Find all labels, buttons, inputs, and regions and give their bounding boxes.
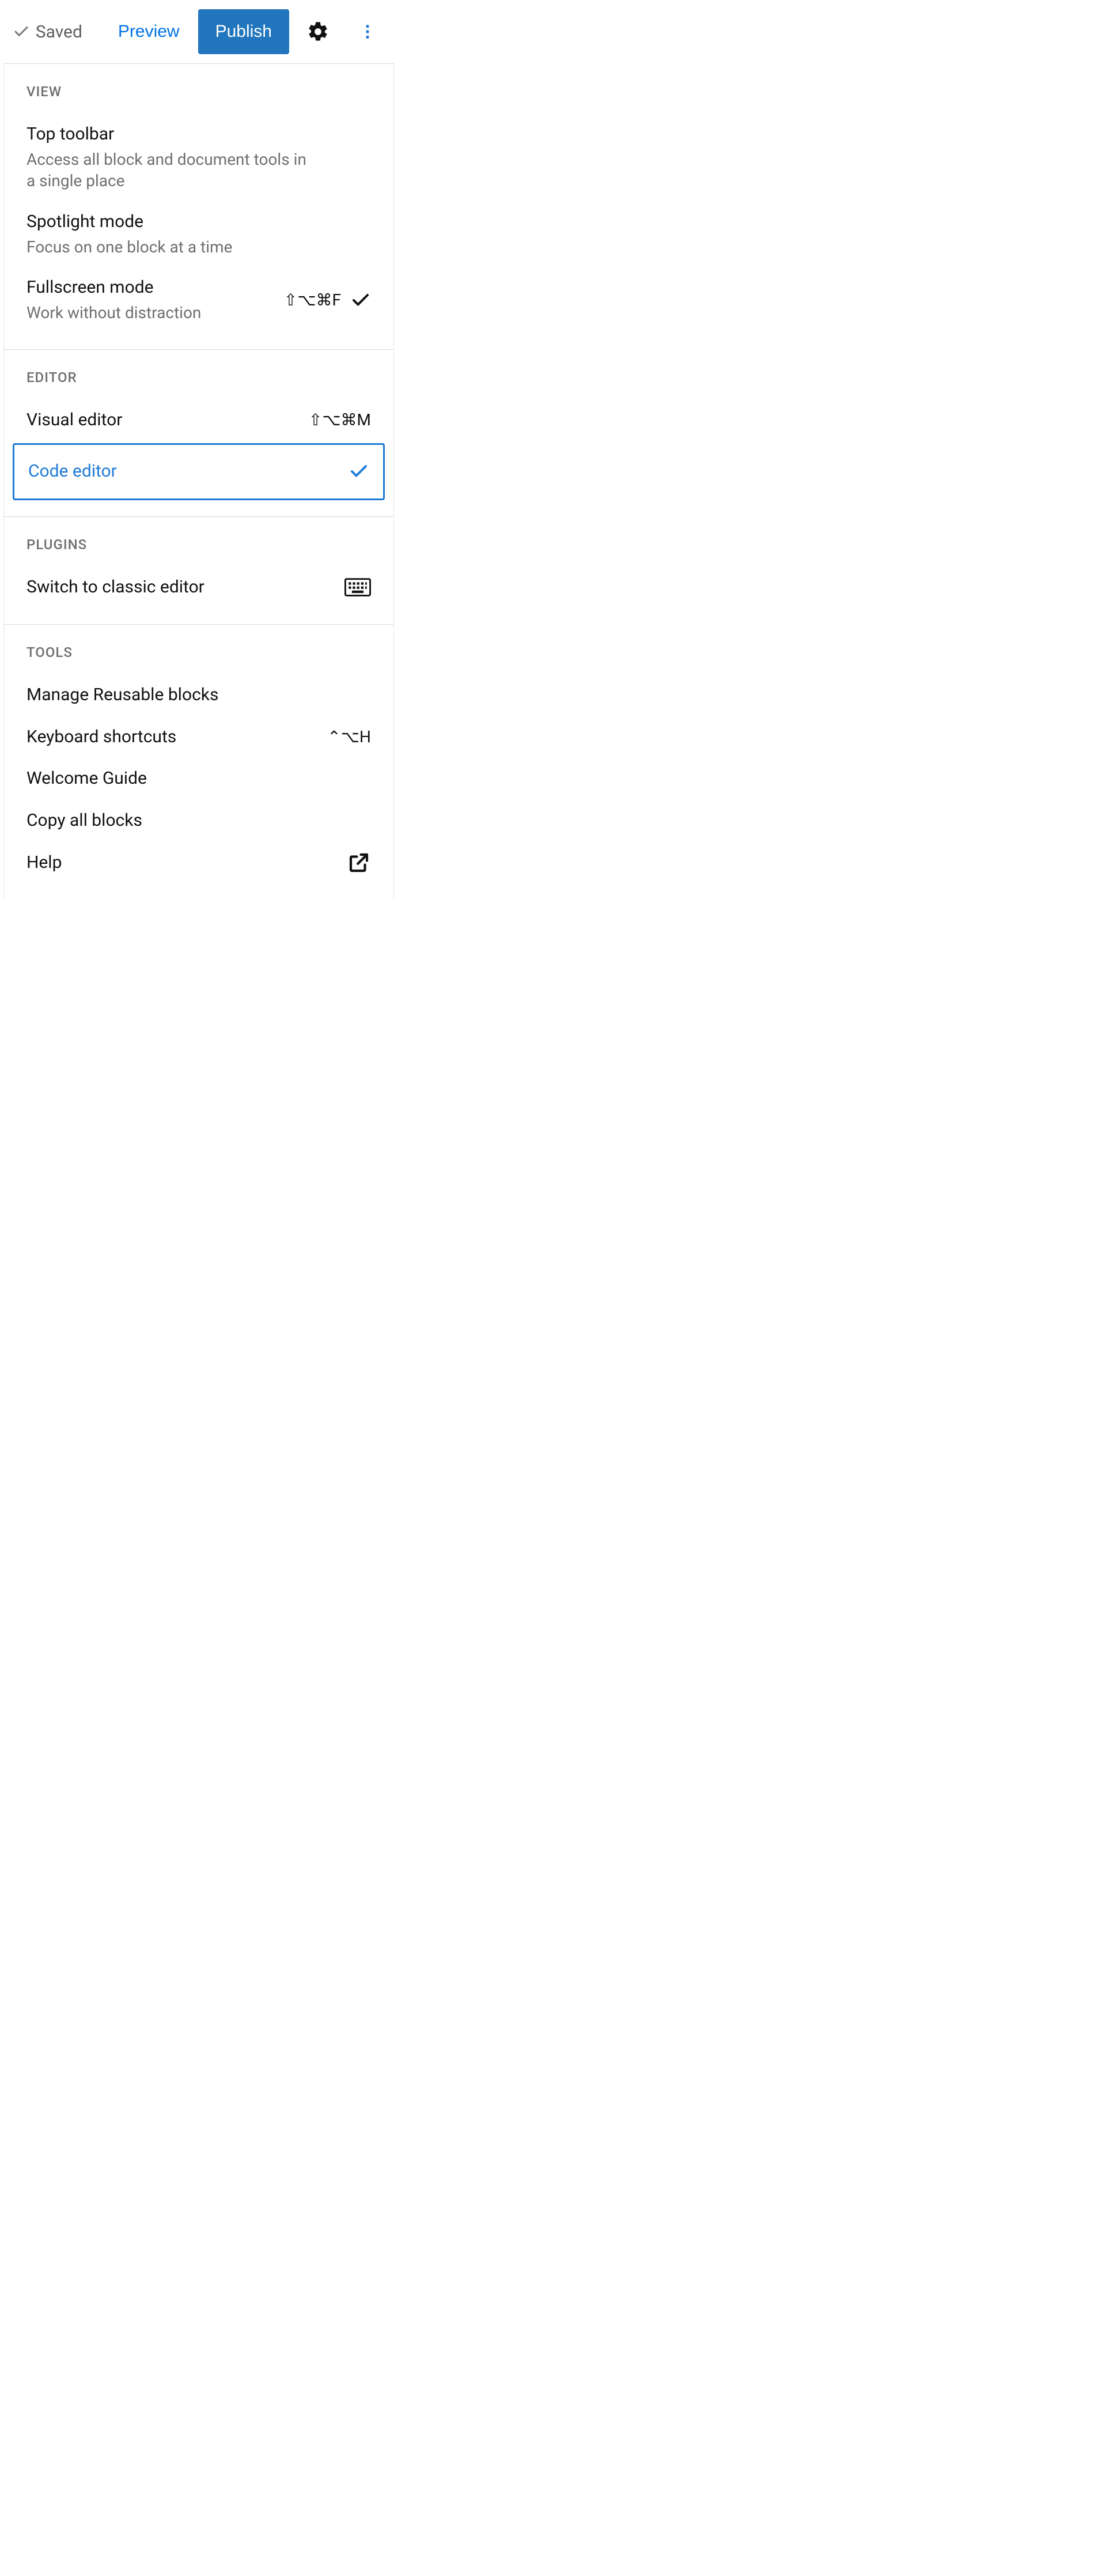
check-icon (349, 461, 369, 482)
menu-item-desc: Access all block and document tools in a… (26, 149, 309, 192)
section-label-view: VIEW (3, 84, 394, 114)
menu-visual-editor[interactable]: Visual editor ⇧⌥⌘M (3, 399, 394, 441)
menu-switch-classic-editor[interactable]: Switch to classic editor (3, 566, 394, 609)
menu-copy-all-blocks[interactable]: Copy all blocks (3, 800, 394, 842)
keyboard-icon (344, 577, 371, 598)
menu-item-shortcut: ⌃⌥H (327, 727, 371, 746)
menu-spotlight-mode[interactable]: Spotlight mode Focus on one block at a t… (3, 201, 394, 267)
section-plugins: PLUGINS Switch to classic editor (3, 517, 394, 625)
menu-item-desc: Focus on one block at a time (26, 236, 309, 258)
preview-button[interactable]: Preview (105, 10, 192, 53)
menu-item-title: Welcome Guide (26, 767, 371, 791)
menu-manage-reusable-blocks[interactable]: Manage Reusable blocks (3, 674, 394, 716)
menu-item-desc: Work without distraction (26, 302, 270, 324)
menu-item-title: Code editor (28, 460, 339, 484)
saved-label: Saved (36, 22, 82, 42)
menu-top-toolbar[interactable]: Top toolbar Access all block and documen… (3, 114, 394, 201)
menu-item-title: Visual editor (26, 409, 295, 432)
menu-item-shortcut: ⇧⌥⌘M (309, 410, 371, 429)
menu-item-title: Copy all blocks (26, 809, 371, 833)
menu-item-title: Help (26, 851, 338, 875)
section-label-plugins: PLUGINS (3, 537, 394, 566)
menu-code-editor[interactable]: Code editor (13, 443, 385, 500)
check-icon (13, 23, 30, 40)
settings-button[interactable] (295, 9, 341, 55)
menu-item-title: Spotlight mode (26, 210, 371, 234)
menu-item-title: Fullscreen mode (26, 276, 270, 300)
editor-header: Saved Preview Publish (0, 0, 394, 63)
section-label-editor: EDITOR (3, 369, 394, 399)
publish-button[interactable]: Publish (198, 9, 289, 54)
options-menu: VIEW Top toolbar Access all block and do… (3, 63, 394, 900)
kebab-icon (358, 22, 377, 41)
menu-keyboard-shortcuts[interactable]: Keyboard shortcuts ⌃⌥H (3, 716, 394, 758)
section-view: VIEW Top toolbar Access all block and do… (3, 64, 394, 350)
menu-item-title: Keyboard shortcuts (26, 726, 313, 749)
menu-help[interactable]: Help (3, 841, 394, 884)
menu-item-title: Top toolbar (26, 123, 371, 146)
section-tools: TOOLS Manage Reusable blocks Keyboard sh… (3, 625, 394, 900)
menu-item-shortcut: ⇧⌥⌘F (284, 290, 341, 309)
menu-welcome-guide[interactable]: Welcome Guide (3, 758, 394, 800)
menu-item-title: Switch to classic editor (26, 576, 335, 599)
more-menu-button[interactable] (347, 11, 388, 52)
menu-item-title: Manage Reusable blocks (26, 683, 371, 707)
gear-icon (306, 20, 329, 43)
external-link-icon (347, 851, 371, 875)
menu-fullscreen-mode[interactable]: Fullscreen mode Work without distraction… (3, 267, 394, 333)
section-editor: EDITOR Visual editor ⇧⌥⌘M Code editor (3, 350, 394, 517)
section-label-tools: TOOLS (3, 644, 394, 674)
saved-status: Saved (13, 22, 82, 42)
check-icon (350, 290, 371, 311)
